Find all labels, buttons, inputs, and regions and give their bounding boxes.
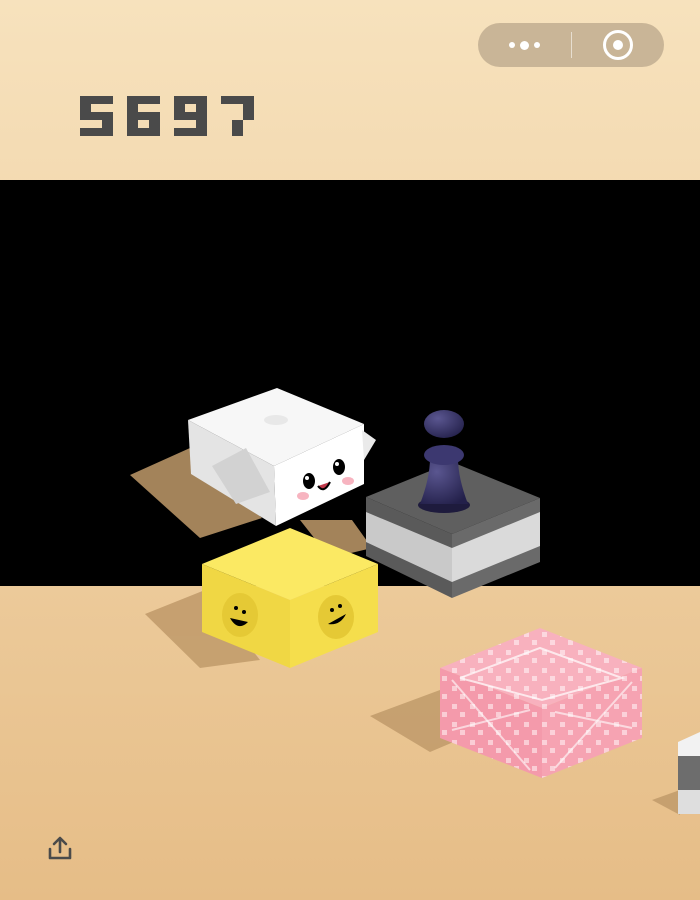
game-scene[interactable] <box>0 0 700 900</box>
game-stage[interactable] <box>0 0 700 900</box>
score-digit <box>80 96 113 136</box>
score-digit <box>127 96 160 136</box>
close-target-icon <box>602 30 633 60</box>
more-button[interactable] <box>478 23 571 67</box>
smiley-icon <box>222 593 258 637</box>
more-dots-icon <box>508 40 540 50</box>
score-digit <box>174 96 207 136</box>
capsule-menu <box>478 23 664 67</box>
close-button[interactable] <box>572 23 665 67</box>
grey-cube-edge <box>678 732 700 814</box>
smiley-icon-right <box>318 595 354 639</box>
share-upload-icon <box>48 836 72 860</box>
share-button[interactable] <box>44 832 76 864</box>
